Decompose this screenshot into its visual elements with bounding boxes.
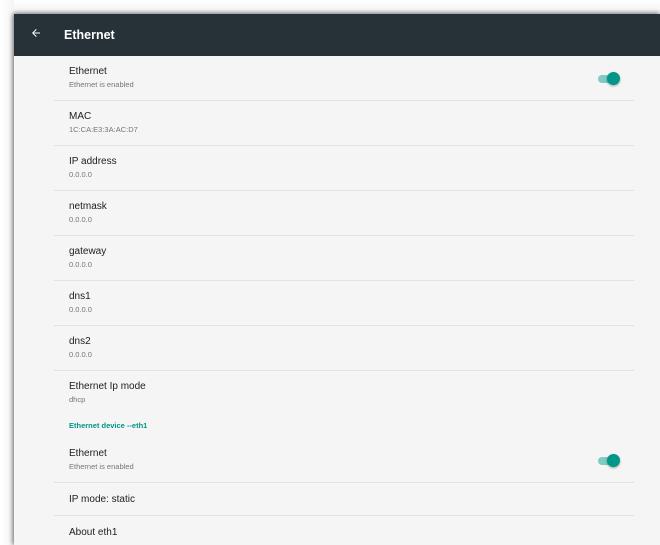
ethernet-summary: Ethernet is enabled (69, 80, 134, 89)
ip-address-title: IP address (69, 156, 117, 167)
gateway-value: 0.0.0.0 (69, 260, 92, 269)
netmask-value: 0.0.0.0 (69, 215, 92, 224)
dns1-value: 0.0.0.0 (69, 305, 92, 314)
netmask-row[interactable]: netmask 0.0.0.0 (54, 191, 634, 236)
arrow-back-icon[interactable] (30, 26, 42, 44)
screen: Ethernet Ethernet Ethernet is enabled MA… (0, 0, 660, 545)
mac-title: MAC (69, 111, 92, 122)
eth1-ethernet-switch[interactable] (597, 453, 621, 469)
eth1-ethernet-title: Ethernet (69, 448, 107, 459)
ip-mode-title: Ethernet Ip mode (69, 381, 146, 392)
eth1-ethernet-summary: Ethernet is enabled (69, 462, 134, 471)
ip-mode-value: dhcp (69, 395, 86, 404)
toolbar: Ethernet (14, 14, 660, 56)
mac-value: 1C:CA:E3:3A:AC:D7 (69, 125, 138, 134)
eth1-ethernet-toggle-row[interactable]: Ethernet Ethernet is enabled (54, 438, 634, 483)
back-button[interactable] (14, 14, 58, 56)
gateway-row[interactable]: gateway 0.0.0.0 (54, 236, 634, 281)
ethernet-toggle-row[interactable]: Ethernet Ethernet is enabled (54, 56, 634, 101)
about-eth1-label: About eth1 (69, 527, 118, 538)
ip-address-value: 0.0.0.0 (69, 170, 92, 179)
dns2-title: dns2 (69, 336, 91, 347)
page-title: Ethernet (64, 28, 115, 42)
netmask-title: netmask (69, 201, 107, 212)
frame-top (0, 0, 660, 14)
dns2-row[interactable]: dns2 0.0.0.0 (54, 326, 634, 371)
frame-left (0, 0, 14, 545)
dns1-row[interactable]: dns1 0.0.0.0 (54, 281, 634, 326)
eth1-section-label: Ethernet device --eth1 (69, 421, 148, 430)
mac-row[interactable]: MAC 1C:CA:E3:3A:AC:D7 (54, 101, 634, 146)
ethernet-switch[interactable] (597, 71, 621, 87)
switch-thumb (607, 454, 620, 467)
ip-address-row[interactable]: IP address 0.0.0.0 (54, 146, 634, 191)
settings-list: Ethernet Ethernet is enabled MAC 1C:CA:E… (14, 56, 660, 545)
ethernet-title: Ethernet (69, 66, 107, 77)
ip-mode-row[interactable]: Ethernet Ip mode dhcp (54, 371, 634, 416)
dns1-title: dns1 (69, 291, 91, 302)
settings-app: Ethernet Ethernet Ethernet is enabled MA… (14, 14, 660, 545)
dns2-value: 0.0.0.0 (69, 350, 92, 359)
eth1-ip-mode-row[interactable]: IP mode: static (54, 483, 634, 516)
about-eth1-row[interactable]: About eth1 (54, 516, 634, 545)
gateway-title: gateway (69, 246, 107, 257)
switch-thumb (607, 72, 620, 85)
eth1-section-header: Ethernet device --eth1 (54, 416, 634, 438)
eth1-ip-mode-label: IP mode: static (69, 494, 135, 505)
